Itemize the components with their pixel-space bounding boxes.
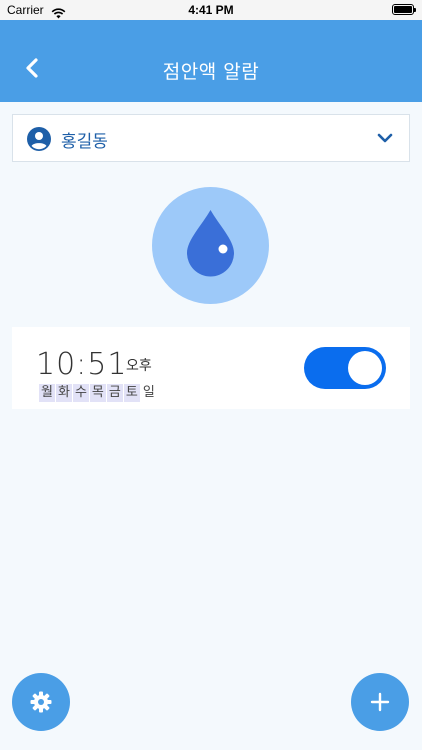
day-mon: 월: [39, 384, 55, 402]
navigation-bar: 점안액 알람: [0, 20, 422, 102]
alarm-ampm: 오후: [126, 358, 152, 374]
eye-drop-illustration: [152, 187, 269, 304]
battery-icon: [392, 4, 416, 15]
day-sat: 토: [123, 384, 140, 402]
alarm-time: 10:51: [36, 347, 128, 382]
settings-button[interactable]: [12, 673, 70, 731]
status-time: 4:41 PM: [188, 3, 234, 17]
alarm-card[interactable]: 10:51 오후 월 화 수 목 금 토 일: [12, 327, 410, 409]
toggle-knob: [348, 351, 382, 385]
user-dropdown[interactable]: 홍길동: [12, 114, 410, 162]
day-sun: 일: [142, 385, 155, 400]
chevron-down-icon: [377, 130, 393, 150]
alarm-days: 월 화 수 목 금 토 일: [39, 384, 157, 402]
alarm-toggle[interactable]: [304, 347, 386, 389]
user-circle-icon: [27, 127, 51, 155]
gear-icon: [30, 691, 52, 713]
selected-user-name: 홍길동: [61, 132, 108, 152]
day-fri: 금: [106, 384, 123, 402]
status-bar: Carrier 4:41 PM: [0, 0, 422, 20]
day-wed: 수: [72, 384, 89, 402]
page-title: 점안액 알람: [162, 61, 260, 83]
add-alarm-button[interactable]: [351, 673, 409, 731]
water-drop-icon: [187, 210, 234, 277]
day-thu: 목: [89, 384, 106, 402]
day-tue: 화: [55, 384, 72, 402]
plus-icon: [370, 692, 390, 712]
